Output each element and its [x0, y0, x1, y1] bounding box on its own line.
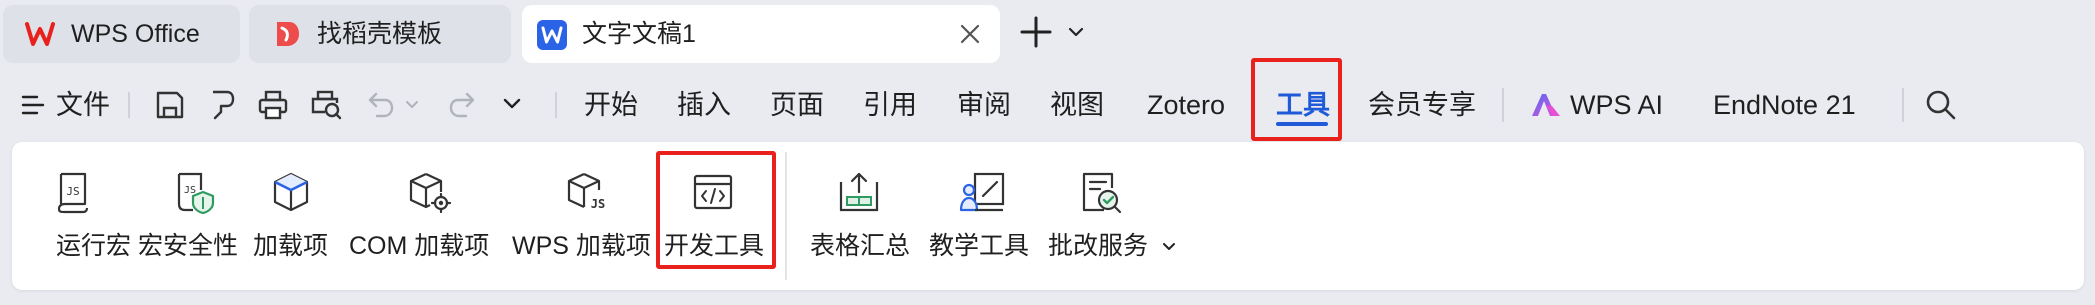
- svg-text:JS: JS: [591, 197, 605, 211]
- close-icon[interactable]: [958, 22, 982, 46]
- wps-add-in-icon: JS: [564, 170, 610, 214]
- tab-bar: WPS Office 找稻壳模板 文字文稿1: [0, 0, 2095, 70]
- hamburger-menu-icon[interactable]: [20, 90, 46, 120]
- table-summary-icon: [837, 170, 881, 214]
- teaching-tools-button[interactable]: 教学工具: [929, 142, 1029, 290]
- divider: [555, 92, 557, 118]
- tab-member-exclusive[interactable]: 会员专享: [1368, 70, 1476, 140]
- menu-bar: 文件 开始 插入 页面 引用 审阅 视图 Zotero 工具 会员专享 WPS …: [0, 70, 2095, 140]
- com-add-in-label: COM 加载项: [349, 232, 490, 260]
- macro-security-button[interactable]: JS 宏安全性: [138, 142, 238, 290]
- wps-ai-logo-icon: [1530, 92, 1562, 118]
- teaching-tools-label: 教学工具: [929, 232, 1030, 260]
- tab-endnote[interactable]: EndNote 21: [1713, 70, 1856, 140]
- wps-logo-icon: [25, 21, 55, 47]
- format-painter-icon[interactable]: [205, 88, 239, 122]
- tab-label: WPS Office: [71, 20, 200, 48]
- teaching-tools-icon: [959, 170, 1007, 214]
- tab-document-1[interactable]: 文字文稿1: [522, 5, 1000, 63]
- ribbon-group-divider: [785, 152, 787, 280]
- wps-add-in-label: WPS 加载项: [512, 232, 651, 260]
- undo-icon[interactable]: [367, 88, 395, 122]
- search-icon[interactable]: [1924, 88, 1958, 122]
- divider: [1502, 88, 1504, 122]
- tab-review[interactable]: 审阅: [957, 70, 1011, 140]
- plus-icon[interactable]: [1018, 14, 1054, 50]
- svg-text:JS: JS: [66, 185, 79, 198]
- wps-add-in-button[interactable]: JS WPS 加载项: [512, 142, 652, 290]
- print-preview-icon[interactable]: [309, 88, 343, 122]
- macro-security-label: 宏安全性: [138, 232, 239, 260]
- tab-wps-office[interactable]: WPS Office: [3, 5, 240, 63]
- tab-wps-ai[interactable]: WPS AI: [1570, 70, 1663, 140]
- com-add-in-button[interactable]: COM 加载项: [349, 142, 499, 290]
- add-in-label: 加载项: [253, 232, 329, 260]
- grading-service-icon: [1078, 170, 1122, 214]
- macro-security-icon: JS: [171, 170, 215, 214]
- save-icon[interactable]: [153, 88, 187, 122]
- table-summary-label: 表格汇总: [810, 232, 911, 260]
- highlight-box-tools-tab: [1251, 58, 1342, 141]
- table-summary-button[interactable]: 表格汇总: [810, 142, 910, 290]
- tab-label: 找稻壳模板: [317, 20, 443, 48]
- run-macro-label: 运行宏: [56, 232, 132, 260]
- add-in-button[interactable]: 加载项: [253, 142, 328, 290]
- tab-zotero[interactable]: Zotero: [1147, 70, 1225, 140]
- grading-service-button[interactable]: 批改服务: [1048, 142, 1178, 290]
- docer-icon: [271, 19, 301, 49]
- tab-view[interactable]: 视图: [1050, 70, 1104, 140]
- menu-file[interactable]: 文件: [56, 70, 110, 140]
- chevron-down-icon[interactable]: [1162, 242, 1176, 252]
- grading-service-label: 批改服务: [1048, 232, 1149, 260]
- redo-icon[interactable]: [448, 88, 476, 122]
- chevron-down-icon[interactable]: [1068, 26, 1084, 38]
- com-add-in-icon: [406, 170, 452, 214]
- tab-insert[interactable]: 插入: [677, 70, 731, 140]
- tab-docer-templates[interactable]: 找稻壳模板: [249, 5, 511, 63]
- print-icon[interactable]: [256, 88, 290, 122]
- more-chevron-down-icon[interactable]: [502, 96, 522, 112]
- divider: [1902, 88, 1904, 122]
- run-macro-icon: JS: [53, 170, 93, 214]
- add-in-icon: [270, 170, 312, 214]
- run-macro-button[interactable]: JS 运行宏: [36, 142, 131, 290]
- tab-home[interactable]: 开始: [584, 70, 638, 140]
- undo-dropdown-icon[interactable]: [405, 100, 419, 110]
- tab-page[interactable]: 页面: [770, 70, 824, 140]
- divider: [128, 92, 130, 118]
- highlight-box-developer-tools: [656, 151, 776, 269]
- tab-label: 文字文稿1: [582, 20, 696, 48]
- tab-references[interactable]: 引用: [863, 70, 917, 140]
- word-doc-icon: [536, 19, 568, 51]
- ribbon-panel: JS 运行宏 JS 宏安全性 加载项 COM 加载项 JS WPS 加载项 开发…: [12, 142, 2084, 290]
